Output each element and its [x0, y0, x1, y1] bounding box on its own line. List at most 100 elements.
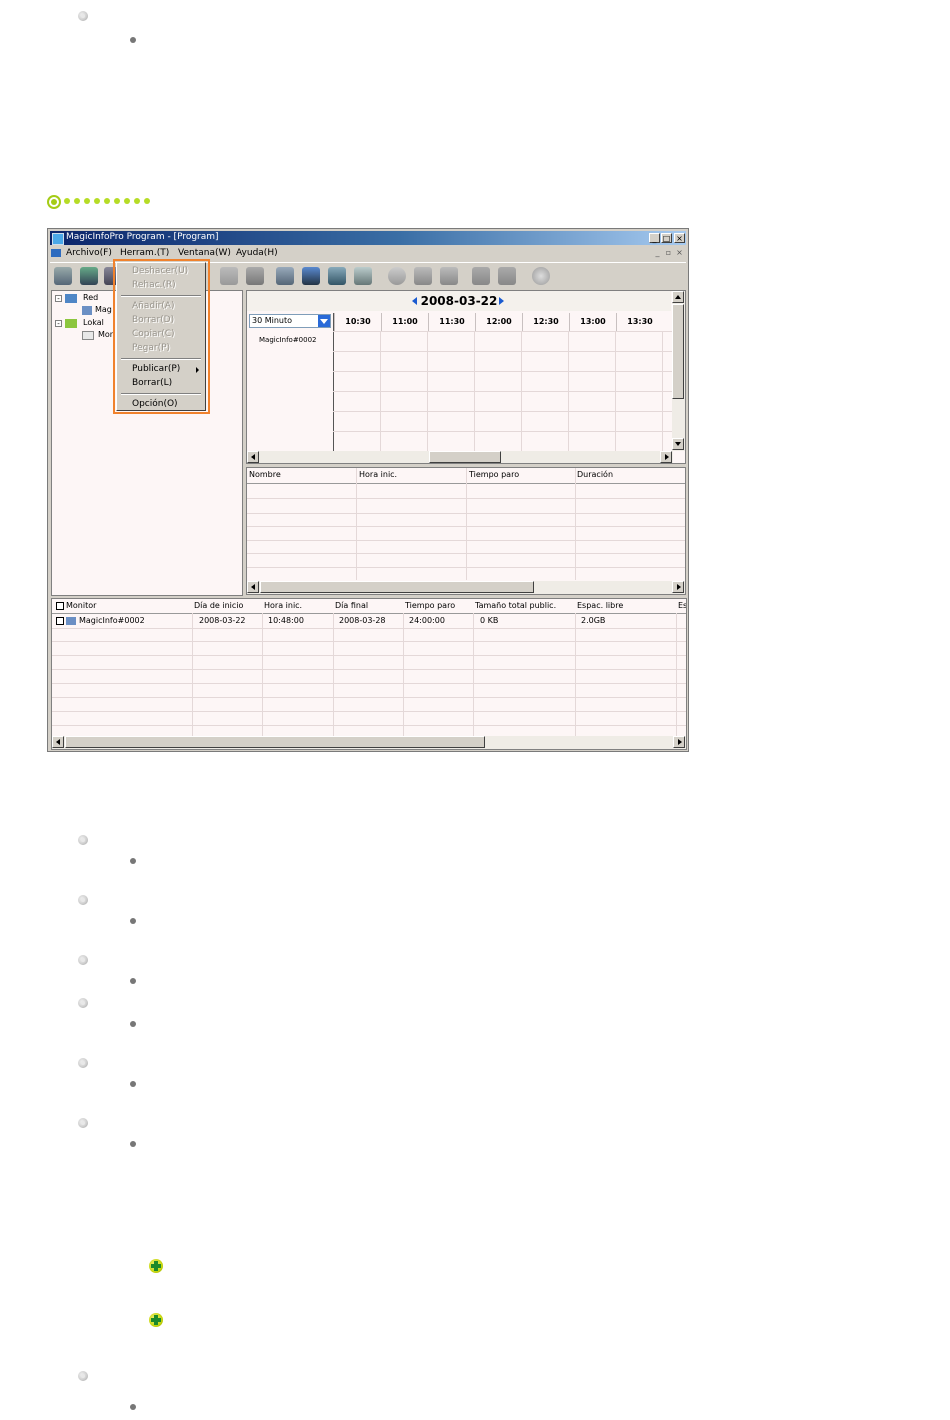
column-header[interactable]: Tamaño total public.: [475, 601, 556, 610]
dropdown-arrow-icon[interactable]: [318, 315, 330, 327]
app-icon: [52, 233, 64, 245]
monitor-icon: [82, 331, 94, 340]
mdi-restore-button[interactable]: ▫: [664, 249, 673, 258]
tree-item-magicinfo[interactable]: Mag: [95, 305, 112, 314]
scroll-right-button[interactable]: [660, 451, 672, 463]
scroll-up-button[interactable]: [672, 291, 684, 303]
scroll-left-button[interactable]: [247, 581, 259, 593]
mdi-close-button[interactable]: ×: [675, 249, 684, 258]
content-list: Nombre Hora inic. Tiempo paro Duración: [246, 467, 686, 595]
column-header[interactable]: Espac. libre: [577, 601, 623, 610]
tree-item-lokal[interactable]: Lokal: [83, 318, 104, 327]
monitor-list: Monitor Día de inicio Hora inic. Día fin…: [51, 598, 687, 750]
folder-icon: [65, 319, 77, 328]
scroll-thumb[interactable]: [672, 304, 684, 399]
scroll-left-button[interactable]: [52, 736, 64, 748]
column-header[interactable]: Día de inicio: [194, 601, 243, 610]
cell-stop-time: 24:00:00: [409, 616, 445, 625]
scroll-right-button[interactable]: [672, 581, 684, 593]
document-icon: [51, 249, 61, 257]
column-header[interactable]: Día final: [335, 601, 368, 610]
text-tool-icon[interactable]: [414, 267, 432, 285]
cell-end-day: 2008-03-28: [339, 616, 386, 625]
app-window: MagicInfoPro Program - [Program] _ □ × A…: [47, 228, 689, 752]
minimize-button[interactable]: _: [649, 233, 660, 243]
scroll-thumb[interactable]: [260, 581, 534, 593]
horizontal-scrollbar[interactable]: [247, 451, 673, 463]
copy-content-icon[interactable]: [302, 267, 320, 285]
list-dot-icon: [130, 37, 136, 43]
text-tool-2-icon[interactable]: [440, 267, 458, 285]
monitor-icon[interactable]: [80, 267, 98, 285]
title-bar[interactable]: MagicInfoPro Program - [Program] _ □ ×: [50, 231, 686, 245]
column-header[interactable]: Duración: [577, 470, 613, 479]
scroll-down-button[interactable]: [672, 438, 684, 450]
section-dot-icon: [74, 198, 80, 204]
expand-plus-icon[interactable]: [149, 1313, 163, 1327]
gray-bullet-icon: [78, 1058, 88, 1068]
row-checkbox[interactable]: [56, 617, 64, 625]
undo-icon[interactable]: [472, 267, 490, 285]
preview-icon[interactable]: [246, 267, 264, 285]
column-header[interactable]: Tiempo paro: [469, 470, 519, 479]
expand-toggle-icon[interactable]: -: [55, 320, 62, 328]
column-header[interactable]: Monitor: [66, 601, 96, 610]
gray-bullet-icon: [78, 998, 88, 1008]
list-dot-icon: [130, 1081, 136, 1087]
section-dot-icon: [144, 198, 150, 204]
schedule-date: 2008-03-22: [420, 294, 498, 308]
section-dot-icon: [134, 198, 140, 204]
window-title: MagicInfoPro Program - [Program]: [66, 232, 219, 242]
horizontal-scrollbar[interactable]: [247, 581, 685, 594]
cell-start-time: 10:48:00: [268, 616, 304, 625]
close-button[interactable]: ×: [674, 233, 685, 243]
expand-toggle-icon[interactable]: -: [55, 295, 62, 303]
column-header[interactable]: Tiempo paro: [405, 601, 455, 610]
column-header[interactable]: Hora inic.: [359, 470, 397, 479]
time-header: 11:00: [381, 313, 428, 331]
time-header: 12:00: [475, 313, 522, 331]
next-date-icon[interactable]: [499, 297, 504, 305]
list-dot-icon: [130, 858, 136, 864]
list-dot-icon: [130, 918, 136, 924]
add-content-icon[interactable]: [276, 267, 294, 285]
section-dot-icon: [124, 198, 130, 204]
scroll-thumb[interactable]: [65, 736, 485, 748]
menu-ventana[interactable]: Ventana(W): [178, 248, 231, 258]
interval-select[interactable]: 30 Minuto: [249, 314, 331, 328]
scroll-left-button[interactable]: [247, 451, 259, 463]
horizontal-scrollbar[interactable]: [52, 736, 686, 749]
menu-highlight-frame: [113, 259, 210, 414]
section-dot-icon: [114, 198, 120, 204]
schedule-monitor-label: MagicInfo#0002: [259, 336, 317, 344]
refresh-icon[interactable]: [388, 267, 406, 285]
column-header[interactable]: Es: [678, 601, 686, 610]
monitor-icon: [82, 306, 92, 315]
monitor-icon: [66, 617, 76, 625]
menu-archivo[interactable]: Archivo(F): [66, 248, 112, 258]
prev-date-icon[interactable]: [412, 297, 417, 305]
trash-icon[interactable]: [354, 267, 372, 285]
redo-icon[interactable]: [498, 267, 516, 285]
info-icon[interactable]: [532, 267, 550, 285]
save-icon[interactable]: [220, 267, 238, 285]
menu-herram[interactable]: Herram.(T): [120, 248, 169, 258]
time-header: 13:30: [616, 313, 663, 331]
menu-ayuda[interactable]: Ayuda(H): [236, 248, 278, 258]
mdi-minimize-button[interactable]: _: [653, 249, 662, 258]
gray-bullet-icon: [78, 1371, 88, 1381]
select-all-checkbox[interactable]: [56, 602, 64, 610]
scroll-thumb[interactable]: [429, 451, 501, 463]
column-header[interactable]: Hora inic.: [264, 601, 302, 610]
new-program-icon[interactable]: [54, 267, 72, 285]
vertical-scrollbar[interactable]: [672, 291, 685, 451]
list-dot-icon: [130, 1404, 136, 1410]
scroll-right-button[interactable]: [673, 736, 685, 748]
cell-monitor: MagicInfo#0002: [79, 616, 145, 625]
maximize-button[interactable]: □: [661, 233, 672, 243]
column-header[interactable]: Nombre: [249, 470, 281, 479]
expand-plus-icon[interactable]: [149, 1259, 163, 1273]
publish-icon[interactable]: [328, 267, 346, 285]
tree-item-red[interactable]: Red: [83, 293, 98, 302]
list-dot-icon: [130, 1021, 136, 1027]
